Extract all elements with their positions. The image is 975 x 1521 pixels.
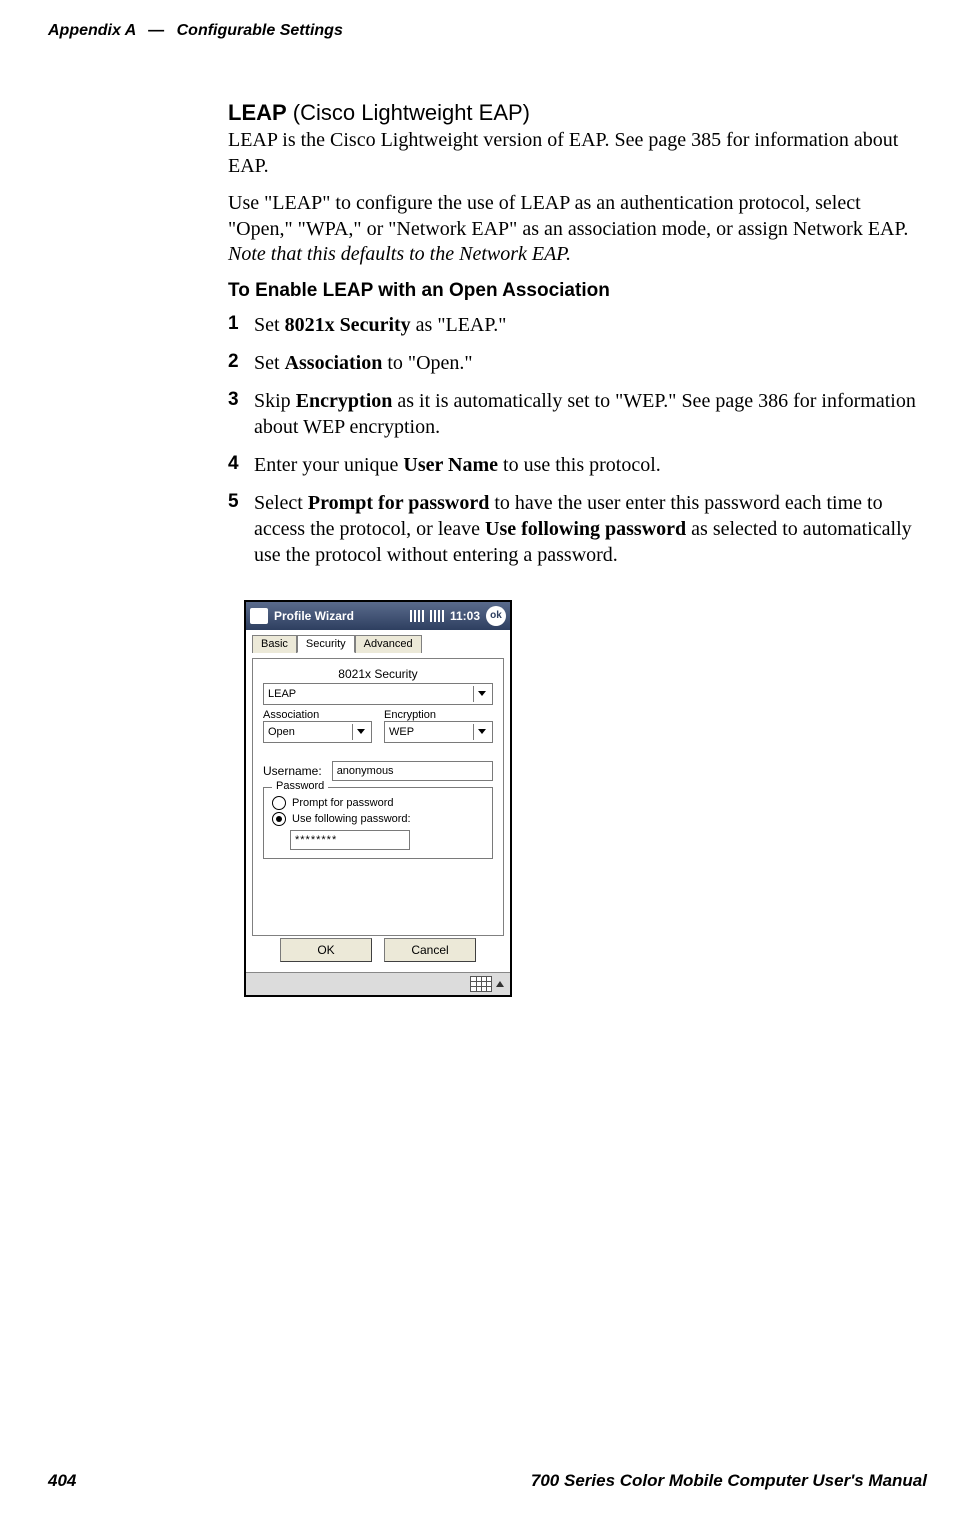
association-label: Association [263, 709, 372, 721]
section-title: Configurable Settings [177, 22, 343, 39]
step-4: 4 Enter your unique User Name to use thi… [228, 452, 927, 478]
clock[interactable]: 11:03 [450, 609, 480, 623]
step-1: 1 Set 8021x Security as "LEAP." [228, 312, 927, 338]
step-text: Set [254, 352, 285, 374]
steps-list: 1 Set 8021x Security as "LEAP." 2 Set As… [228, 312, 927, 568]
encryption-value: WEP [389, 726, 414, 738]
tab-advanced[interactable]: Advanced [355, 635, 422, 653]
volume-icon[interactable] [430, 610, 444, 622]
tab-basic[interactable]: Basic [252, 635, 297, 653]
chevron-down-icon[interactable] [473, 686, 490, 702]
step-number: 1 [228, 312, 239, 337]
username-input[interactable]: anonymous [332, 761, 493, 781]
step-bold: Encryption [296, 390, 393, 412]
security-panel: 8021x Security LEAP Association Open [252, 658, 504, 936]
ok-button[interactable]: OK [280, 938, 372, 962]
page-footer: 404 700 Series Color Mobile Computer Use… [48, 1471, 927, 1491]
manual-title: 700 Series Color Mobile Computer User's … [531, 1471, 927, 1491]
step-number: 5 [228, 490, 239, 515]
password-value: ******** [295, 834, 337, 846]
radio-prompt-label: Prompt for password [292, 797, 393, 809]
step-bold: User Name [403, 454, 498, 476]
radio-use-password-label: Use following password: [292, 813, 411, 825]
page-number: 404 [48, 1471, 76, 1491]
association-value: Open [268, 726, 295, 738]
sip-up-arrow-icon[interactable] [496, 981, 504, 987]
window-title: Profile Wizard [274, 609, 404, 623]
security-combo[interactable]: LEAP [263, 683, 493, 705]
security-label: 8021x Security [263, 667, 493, 681]
window-titlebar: Profile Wizard 11:03 ok [246, 602, 510, 630]
appendix-label: Appendix A [48, 22, 136, 39]
start-flag-icon[interactable] [250, 608, 268, 624]
radio-use-password[interactable] [272, 812, 286, 826]
encryption-combo[interactable]: WEP [384, 721, 493, 743]
running-header: Appendix A — Configurable Settings [48, 22, 927, 40]
heading-bold: LEAP [228, 100, 287, 125]
sip-bar [246, 972, 510, 995]
password-group: Password Prompt for password Use followi… [263, 787, 493, 859]
paragraph-2: Use "LEAP" to configure the use of LEAP … [228, 191, 927, 268]
dialog-client: Basic Security Advanced 8021x Security L… [246, 630, 510, 972]
step-number: 2 [228, 350, 239, 375]
paragraph-1: LEAP is the Cisco Lightweight version of… [228, 128, 927, 179]
tab-security[interactable]: Security [297, 635, 355, 653]
step-text: to "Open." [382, 352, 472, 374]
password-legend: Password [272, 780, 328, 792]
section-heading: LEAP (Cisco Lightweight EAP) [228, 100, 927, 126]
encryption-label: Encryption [384, 709, 493, 721]
step-number: 3 [228, 388, 239, 413]
step-5: 5 Select Prompt for password to have the… [228, 490, 927, 568]
chevron-down-icon[interactable] [473, 724, 490, 740]
step-3: 3 Skip Encryption as it is automatically… [228, 388, 927, 440]
username-label: Username: [263, 764, 322, 778]
step-2: 2 Set Association to "Open." [228, 350, 927, 376]
dialog-buttons: OK Cancel [246, 938, 510, 962]
paragraph-2-text: Use "LEAP" to configure the use of LEAP … [228, 192, 908, 240]
step-bold: Association [285, 352, 383, 374]
step-bold: Prompt for password [308, 492, 489, 514]
password-input[interactable]: ******** [290, 830, 410, 850]
radio-usepw-row[interactable]: Use following password: [272, 812, 484, 826]
association-combo[interactable]: Open [263, 721, 372, 743]
keyboard-icon[interactable] [470, 976, 492, 992]
paragraph-2-note: Note that this defaults to the Network E… [228, 243, 571, 265]
step-text: as "LEAP." [411, 314, 507, 336]
ok-close-button[interactable]: ok [486, 606, 506, 626]
tab-strip: Basic Security Advanced [252, 634, 504, 652]
username-value: anonymous [337, 765, 394, 777]
header-dash: — [148, 22, 164, 39]
chevron-down-icon[interactable] [352, 724, 369, 740]
step-text: Skip [254, 390, 296, 412]
step-text: to use this protocol. [498, 454, 661, 476]
device-screenshot: Profile Wizard 11:03 ok Basic Security A… [244, 600, 512, 997]
step-text: Select [254, 492, 308, 514]
security-value: LEAP [268, 688, 296, 700]
connectivity-icon[interactable] [410, 610, 424, 622]
heading-light: (Cisco Lightweight EAP) [287, 100, 530, 125]
step-number: 4 [228, 452, 239, 477]
step-text: Enter your unique [254, 454, 403, 476]
cancel-button[interactable]: Cancel [384, 938, 476, 962]
radio-prompt[interactable] [272, 796, 286, 810]
step-text: Set [254, 314, 285, 336]
step-bold: 8021x Security [285, 314, 411, 336]
step-bold: Use following password [485, 518, 686, 540]
radio-prompt-row[interactable]: Prompt for password [272, 796, 484, 810]
subheading: To Enable LEAP with an Open Association [228, 280, 927, 302]
